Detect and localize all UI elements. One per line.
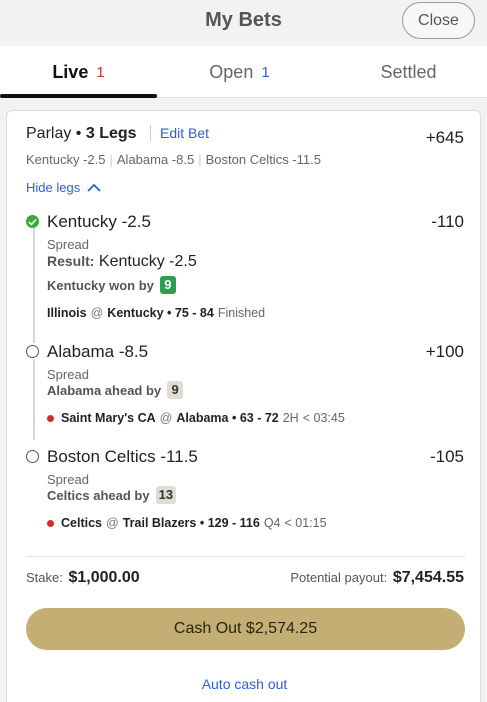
leg-2-period: 2H	[282, 411, 299, 425]
leg-3-period: Q4	[263, 516, 281, 530]
leg-2-away-team: Saint Mary's CA	[61, 411, 156, 425]
tab-open[interactable]: Open 1	[157, 46, 322, 98]
leg-2-home-team: Alabama	[176, 411, 229, 425]
leg-3-status: Celtics ahead by 13	[47, 486, 177, 504]
tab-live-label: Live	[52, 61, 89, 82]
tab-settled[interactable]: Settled	[330, 46, 487, 98]
bet-tabs: Live 1 Open 1 Settled	[0, 46, 487, 98]
leg-1-at: @	[90, 306, 104, 320]
leg-1-game-line: Illinois @ Kentucky • 75 - 84 Finished	[47, 306, 265, 320]
leg-2-name: Alabama -8.5	[47, 342, 149, 361]
summary-divider: |	[109, 152, 113, 167]
payout-label: Potential payout:	[290, 570, 388, 585]
leg-won-check-icon	[26, 215, 39, 228]
leg-3-score: 129 - 116	[207, 516, 260, 530]
leg-3-status-text: Celtics ahead by	[47, 487, 150, 503]
tab-live[interactable]: Live 1	[0, 46, 157, 98]
leg-1-result-label: Result:	[47, 253, 95, 269]
leg-1-bullet: •	[163, 306, 175, 320]
parlay-leg-count: 3 Legs	[85, 125, 137, 142]
leg-1-type: Spread	[47, 237, 89, 252]
summary-leg-3: Boston Celtics -11.5	[205, 152, 321, 167]
leg-3-clock: < 01:15	[284, 516, 327, 530]
leg-1-status-badge: 9	[159, 276, 176, 294]
tab-open-count: 1	[261, 63, 270, 81]
header: My Bets Close	[0, 0, 487, 46]
legs-summary: Kentucky -2.5 | Alabama -8.5 | Boston Celtic…	[26, 152, 321, 167]
hide-legs-toggle[interactable]: Hide legs	[26, 180, 101, 195]
leg-3-game-line: Celtics @ Trail Blazers • 129 - 116 Q4 <…	[47, 516, 327, 530]
leg-3-away-team: Celtics	[61, 516, 102, 530]
active-tab-indicator	[0, 94, 157, 98]
leg-2-status-text: Alabama ahead by	[47, 382, 162, 398]
leg-2-type: Spread	[47, 367, 89, 382]
leg-pending-circle-icon	[26, 450, 39, 463]
leg-3-type: Spread	[47, 472, 89, 487]
leg-1-name: Kentucky -2.5	[47, 212, 151, 231]
hide-legs-label: Hide legs	[26, 180, 81, 195]
leg-2-at: @	[159, 411, 173, 425]
leg-2-odds: +100	[425, 342, 464, 361]
parlay-odds: +645	[425, 128, 464, 147]
parlay-type: Parlay	[26, 125, 72, 142]
leg-2-bullet: •	[228, 411, 240, 425]
stake-value: $1,000.00	[68, 569, 140, 586]
leg-connector	[33, 228, 35, 343]
cash-out-button[interactable]: Cash Out $2,574.25	[26, 608, 465, 650]
tab-open-label: Open	[209, 61, 254, 82]
tab-settled-label: Settled	[380, 61, 437, 82]
leg-2-status-badge: 9	[167, 381, 184, 399]
leg-connector	[33, 359, 35, 440]
bet-card: Parlay • 3 Legs Edit Bet +645 Kentucky -…	[6, 110, 481, 702]
leg-pending-circle-icon	[26, 345, 39, 358]
auto-cash-out-link[interactable]: Auto cash out	[7, 676, 482, 692]
potential-payout: Potential payout: $7,454.55	[290, 569, 464, 587]
live-indicator-icon	[47, 414, 54, 422]
leg-3-at: @	[106, 516, 119, 530]
leg-3-bullet: •	[196, 516, 208, 530]
leg-1-result: Result: Kentucky -2.5	[47, 253, 197, 271]
divider	[26, 556, 465, 557]
chevron-up-icon	[87, 183, 101, 192]
summary-leg-2: Alabama -8.5	[116, 152, 195, 167]
leg-3-home-team: Trail Blazers	[122, 516, 197, 530]
summary-leg-1: Kentucky -2.5	[26, 152, 106, 167]
leg-2-clock: < 03:45	[302, 411, 345, 425]
leg-1-status: Kentucky won by 9	[47, 276, 176, 294]
stake: Stake: $1,000.00	[26, 569, 140, 587]
parlay-title: Parlay • 3 Legs	[26, 125, 137, 142]
edit-bet-link[interactable]: Edit Bet	[150, 125, 209, 141]
leg-3-status-badge: 13	[155, 486, 177, 504]
payout-value: $7,454.55	[392, 569, 464, 586]
leg-1-odds: -110	[431, 212, 464, 231]
leg-2-score: 63 - 72	[239, 411, 279, 425]
leg-3-name: Boston Celtics -11.5	[47, 447, 198, 466]
leg-1-result-value: Kentucky -2.5	[98, 253, 197, 270]
tab-live-count: 1	[96, 63, 105, 81]
leg-3-odds: -105	[429, 447, 464, 466]
stake-label: Stake:	[26, 570, 63, 585]
close-button[interactable]: Close	[402, 2, 475, 39]
leg-1-away-team: Illinois	[47, 306, 87, 320]
leg-1-home-team: Kentucky	[107, 306, 164, 320]
leg-1-status-text: Kentucky won by	[47, 277, 154, 293]
leg-2-status: Alabama ahead by 9	[47, 381, 184, 399]
leg-2-game-line: Saint Mary's CA @ Alabama • 63 - 72 2H <…	[47, 411, 345, 425]
live-indicator-icon	[47, 519, 54, 527]
summary-divider: |	[198, 152, 202, 167]
leg-1-score: 75 - 84	[174, 306, 214, 320]
leg-1-period: Finished	[217, 306, 266, 320]
